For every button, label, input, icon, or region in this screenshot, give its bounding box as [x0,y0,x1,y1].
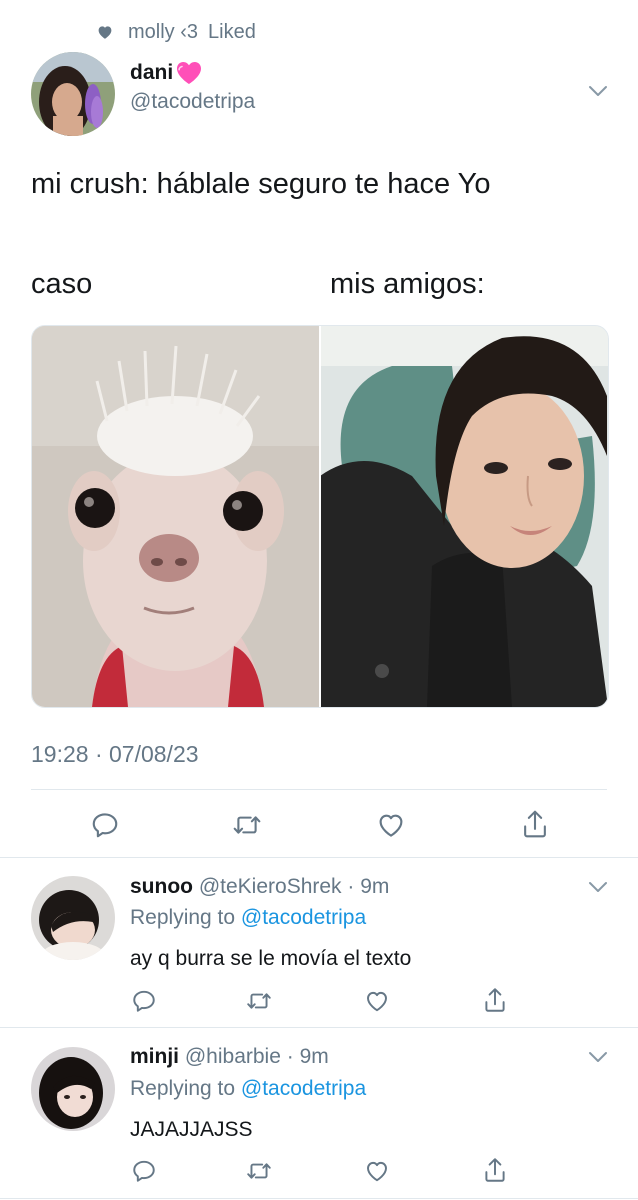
retweet-icon[interactable] [245,1158,273,1184]
tweet-author-handle[interactable]: @tacodetripa [130,90,255,114]
share-icon[interactable] [482,1156,508,1184]
liked-label: Liked [208,20,256,43]
replying-to-label: Replying to [130,906,236,929]
reply-icon[interactable] [90,810,120,840]
dog-photo [32,326,320,707]
selfie-photo [320,326,608,707]
tweet-timestamp[interactable]: 19:28 · 07/08/23 [31,741,199,768]
chevron-down-icon[interactable] [587,880,609,899]
tweet-author: dani @tacodetripa [130,60,255,114]
replying-to-handle[interactable]: @tacodetripa [241,906,366,929]
reply-divider [0,1027,638,1028]
reply-author-name[interactable]: minji [130,1045,179,1068]
caption-left: caso [31,268,93,300]
social-context: molly ‹3 Liked [96,20,256,44]
chevron-down-icon[interactable] [587,84,609,103]
reply-icon[interactable] [131,988,157,1014]
share-icon[interactable] [482,986,508,1014]
replying-to: Replying to @tacodetripa [130,1076,366,1102]
reply-action-bar [0,1156,638,1186]
reply-time: · 9m [286,1045,329,1068]
share-icon[interactable] [520,808,550,840]
reply-header: sunoo @teKieroShrek · 9m [130,874,389,900]
reply-author-name[interactable]: sunoo [130,875,193,898]
reply-author-handle[interactable]: @hibarbie [185,1045,281,1068]
replying-to-handle[interactable]: @tacodetripa [241,1077,366,1100]
retweet-icon[interactable] [231,810,263,840]
reply-icon[interactable] [131,1158,157,1184]
tweet-divider [0,857,638,858]
retweet-icon[interactable] [245,988,273,1014]
caption-right: mis amigos: [330,268,485,300]
chevron-down-icon[interactable] [587,1050,609,1069]
reply-avatar[interactable] [31,876,115,960]
reply-text: JAJAJJAJSS [130,1118,253,1141]
liked-by-user[interactable]: molly ‹3 [128,21,198,44]
bottom-divider [0,1198,638,1199]
timestamp-divider [31,789,607,790]
reply-author-handle[interactable]: @teKieroShrek [199,875,342,898]
tweet-action-bar [0,806,638,842]
reply-header: minji @hibarbie · 9m [130,1044,329,1070]
replying-to: Replying to @tacodetripa [130,905,366,931]
like-icon[interactable] [364,988,390,1014]
like-icon[interactable] [376,810,406,840]
reply-text: ay q burra se le movía el texto [130,947,412,970]
pink-heart-icon [175,60,203,86]
tweet-media[interactable] [31,325,609,708]
heart-icon [96,23,114,41]
reply-time: · 9m [347,875,390,898]
like-icon[interactable] [364,1158,390,1184]
reply-avatar[interactable] [31,1047,115,1131]
reply-action-bar [0,986,638,1016]
tweet-author-avatar[interactable] [31,52,115,136]
tweet-text: mi crush: háblale seguro te hace Yo [31,168,491,200]
replying-to-label: Replying to [130,1077,236,1100]
tweet-author-name[interactable]: dani [130,61,173,85]
